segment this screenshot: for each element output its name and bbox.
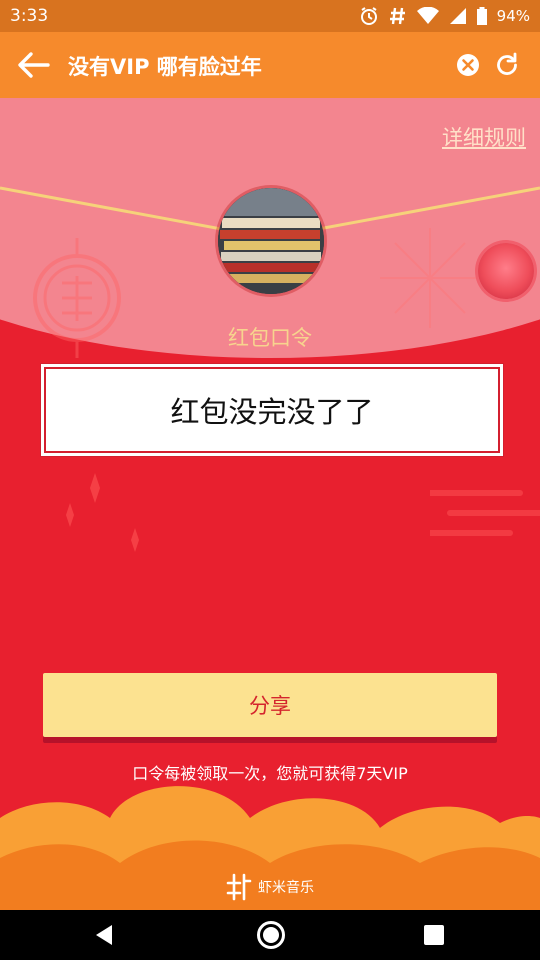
home-circle-icon[interactable] <box>257 921 285 949</box>
signal-icon <box>449 8 466 24</box>
hash-icon <box>389 7 405 25</box>
sparkle-decoration <box>66 473 139 552</box>
battery-percent: 94% <box>496 7 530 25</box>
status-icons: 94% <box>359 6 530 26</box>
close-circle-icon[interactable] <box>456 53 480 77</box>
cloud-pattern-decoration <box>430 490 540 536</box>
token-text: 红包没完没了了 <box>170 395 374 429</box>
avatar <box>218 188 324 294</box>
system-nav-bar <box>0 910 540 960</box>
status-bar: 3:33 94% <box>0 0 540 32</box>
share-button[interactable]: 分享 <box>43 673 497 737</box>
back-triangle-icon[interactable] <box>92 923 116 947</box>
brand-name: 虾米音乐 <box>258 880 314 896</box>
page-title: 没有VIP 哪有脸过年 <box>68 55 262 79</box>
alarm-icon <box>360 7 377 25</box>
brand: 虾米音乐 <box>226 873 314 901</box>
avatar-books-image <box>218 188 324 294</box>
red-envelope: 详细规则 红包口令 红包没完没了了 分享 口令每被领取一次，您就可获得7天VIP… <box>0 98 540 910</box>
battery-icon <box>476 7 487 25</box>
refresh-icon[interactable] <box>494 52 520 78</box>
recents-square-icon[interactable] <box>424 925 444 945</box>
token-label: 红包口令 <box>228 326 312 350</box>
back-arrow-icon[interactable] <box>16 51 50 79</box>
token-box: 红包没完没了了 <box>44 367 500 453</box>
wifi-icon <box>416 7 439 24</box>
status-time: 3:33 <box>10 6 49 26</box>
rules-link[interactable]: 详细规则 <box>442 122 526 152</box>
xiami-logo-icon <box>226 873 252 901</box>
firework-decoration <box>380 228 480 328</box>
floating-bubble[interactable] <box>478 243 534 299</box>
app-bar: 没有VIP 哪有脸过年 <box>0 32 540 98</box>
